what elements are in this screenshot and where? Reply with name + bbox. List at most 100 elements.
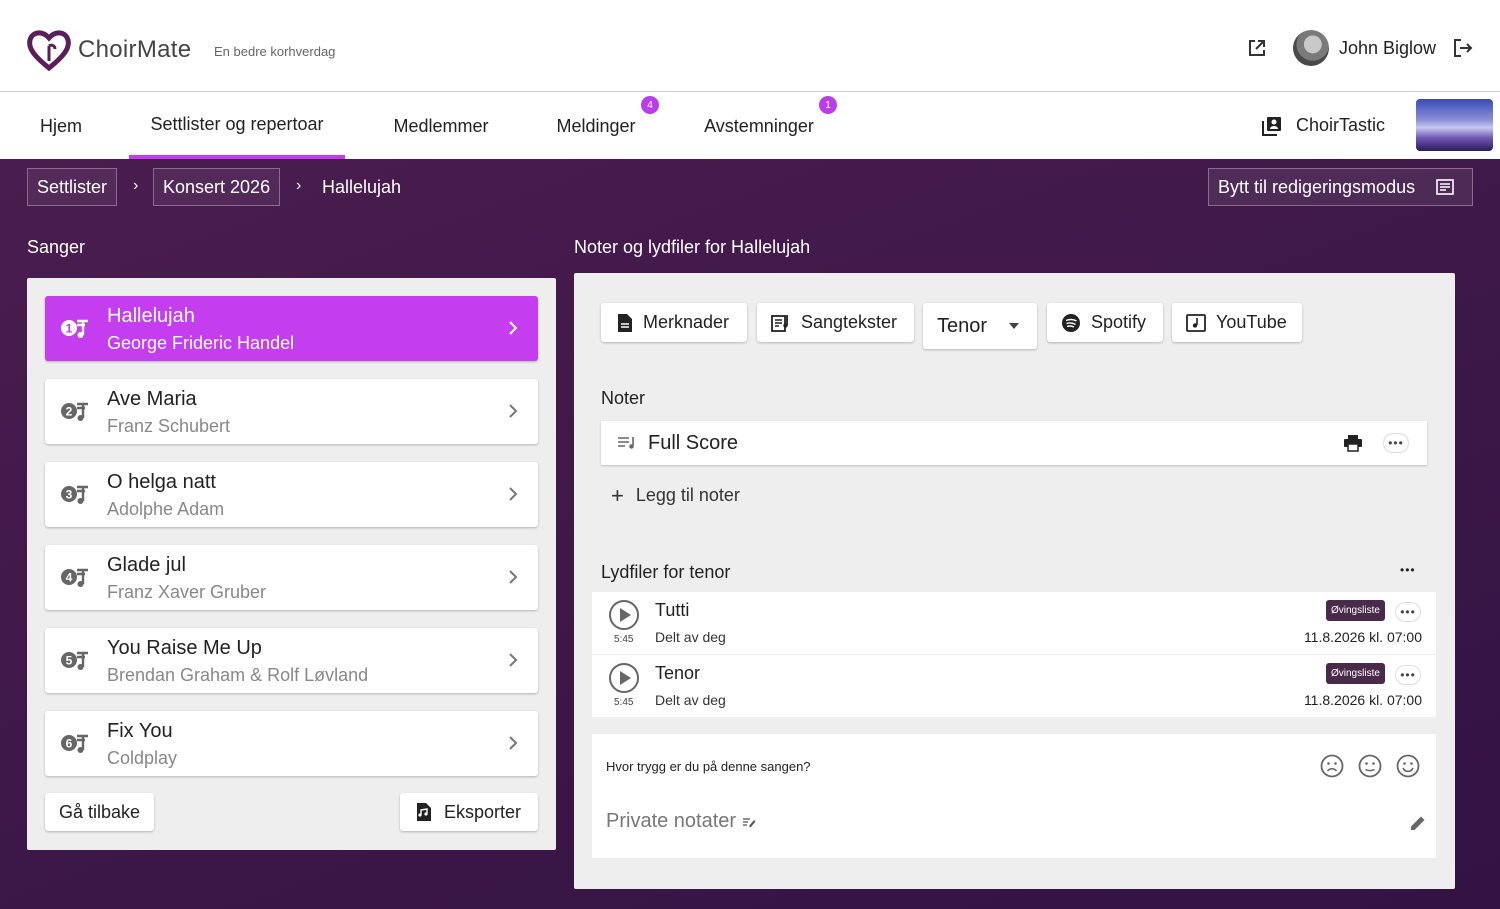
nav-item-label: Hjem bbox=[39, 115, 82, 136]
audio-duration: 5:45 bbox=[614, 697, 634, 708]
song-item-5[interactable]: 5 You Raise Me Up Brendan Graham & Rolf … bbox=[45, 628, 538, 693]
choir-name[interactable]: ChoirTastic bbox=[1296, 115, 1385, 136]
lyrics-button-label: Sangtekster bbox=[801, 312, 898, 332]
dropdown-arrow-icon bbox=[1009, 323, 1019, 329]
voice-select[interactable]: Tenor bbox=[923, 303, 1037, 349]
song-composer: Brendan Graham & Rolf Løvland bbox=[107, 665, 369, 685]
choir-switch-icon[interactable] bbox=[1262, 116, 1282, 136]
music-list-icon bbox=[618, 437, 634, 449]
app-tagline: En bedre korhverdag bbox=[214, 44, 336, 59]
user-avatar[interactable] bbox=[1292, 30, 1329, 66]
chevron-right-icon bbox=[509, 487, 518, 501]
song-composer: Adolphe Adam bbox=[107, 499, 225, 519]
song-item-3[interactable]: 3 O helga natt Adolphe Adam bbox=[45, 462, 538, 527]
chevron-right-icon bbox=[509, 653, 518, 667]
neutral-face-icon[interactable] bbox=[1358, 754, 1382, 778]
sad-face-icon[interactable] bbox=[1320, 754, 1344, 778]
svg-text:6: 6 bbox=[66, 737, 73, 751]
audio-duration: 5:45 bbox=[614, 634, 634, 645]
back-button[interactable]: Gå tilbake bbox=[45, 793, 154, 831]
song-composer: Franz Schubert bbox=[107, 416, 231, 436]
sheet-row[interactable]: Full Score ••• bbox=[601, 421, 1427, 465]
song-item-6[interactable]: 6 Fix You Coldplay bbox=[45, 711, 538, 776]
svg-text:3: 3 bbox=[66, 488, 73, 502]
spotify-button[interactable]: Spotify bbox=[1047, 303, 1163, 342]
add-sheet-button[interactable]: + Legg til noter bbox=[611, 482, 740, 508]
export-button[interactable]: Eksporter bbox=[400, 793, 538, 831]
youtube-button[interactable]: YouTube bbox=[1172, 303, 1302, 342]
song-title: Glade jul bbox=[107, 554, 186, 576]
song-title: O helga natt bbox=[107, 471, 216, 493]
pencil-icon[interactable] bbox=[1409, 814, 1427, 832]
svg-text:2: 2 bbox=[66, 405, 73, 419]
audio-more-button[interactable]: ••• bbox=[1395, 602, 1421, 622]
breadcrumb-concert[interactable]: Konsert 2026 bbox=[153, 168, 281, 206]
svg-text:4: 4 bbox=[66, 571, 73, 585]
practice-list-badge: Øvingsliste bbox=[1326, 600, 1385, 621]
text-edit-icon bbox=[743, 817, 756, 827]
song-number-icon: 4 bbox=[61, 568, 88, 587]
song-item-2[interactable]: 2 Ave Maria Franz Schubert bbox=[45, 379, 538, 444]
song-number-icon: 6 bbox=[61, 734, 88, 753]
song-composer: George Frideric Handel bbox=[107, 333, 295, 353]
main-content: Settlister › Konsert 2026 › Hallelujah B… bbox=[0, 159, 1500, 909]
play-icon[interactable] bbox=[608, 662, 640, 694]
logout-icon[interactable] bbox=[1452, 37, 1474, 59]
spotify-icon bbox=[1062, 313, 1080, 332]
export-button-label: Eksporter bbox=[444, 801, 522, 822]
nav-item-label: Medlemmer bbox=[393, 115, 489, 136]
print-icon[interactable] bbox=[1343, 434, 1363, 452]
open-external-icon[interactable] bbox=[1247, 38, 1267, 58]
practice-list-badge: Øvingsliste bbox=[1326, 663, 1385, 684]
nav-item-messages[interactable]: Meldinger bbox=[538, 93, 654, 159]
audio-title: Lydfiler for tenor bbox=[601, 562, 731, 582]
nav-item-polls[interactable]: Avstemninger bbox=[686, 93, 832, 159]
audio-row[interactable]: 5:45 Tenor Delt av deg Øvingsliste ••• 1… bbox=[592, 655, 1436, 717]
sheets-title: Noter bbox=[601, 388, 646, 408]
choir-image[interactable] bbox=[1416, 99, 1493, 151]
app-logo[interactable]: ChoirMate bbox=[26, 28, 191, 72]
nav-item-setlists[interactable]: Settlister og repertoar bbox=[129, 93, 345, 159]
audio-shared-by: Delt av deg bbox=[655, 629, 726, 645]
edit-mode-label: Bytt til redigeringsmodus bbox=[1218, 176, 1416, 197]
nav-item-members[interactable]: Medlemmer bbox=[375, 93, 507, 159]
app-name: ChoirMate bbox=[78, 36, 192, 63]
youtube-button-label: YouTube bbox=[1216, 312, 1287, 332]
audio-more-button[interactable]: ••• bbox=[1395, 665, 1421, 685]
chevron-right-icon bbox=[509, 321, 518, 335]
spotify-button-label: Spotify bbox=[1091, 312, 1147, 332]
back-button-label: Gå tilbake bbox=[59, 801, 141, 822]
nav-item-home[interactable]: Hjem bbox=[22, 93, 100, 159]
lyrics-button[interactable]: Sangtekster bbox=[757, 303, 914, 342]
happy-face-icon[interactable] bbox=[1396, 754, 1420, 778]
notes-button-label: Merknader bbox=[643, 312, 730, 332]
song-title: Hallelujah bbox=[107, 305, 195, 327]
song-item-1[interactable]: 1 Hallelujah George Frideric Handel bbox=[45, 296, 538, 361]
audio-more-icon[interactable]: ••• bbox=[1400, 563, 1416, 577]
breadcrumb-chevron-icon: › bbox=[133, 177, 139, 194]
user-name[interactable]: John Biglow bbox=[1339, 38, 1436, 59]
edit-mode-button[interactable]: Bytt til redigeringsmodus bbox=[1208, 168, 1473, 206]
plus-icon: + bbox=[611, 482, 624, 508]
breadcrumb-setlists[interactable]: Settlister bbox=[27, 168, 118, 206]
svg-text:5: 5 bbox=[66, 654, 73, 668]
sheet-name: Full Score bbox=[648, 432, 739, 454]
song-item-4[interactable]: 4 Glade jul Franz Xaver Gruber bbox=[45, 545, 538, 610]
polls-badge: 1 bbox=[819, 96, 837, 114]
details-panel: Merknader Sangtekster Tenor Spotify YouT… bbox=[574, 273, 1455, 889]
audio-date: 11.8.2026 kl. 07:00 bbox=[1303, 692, 1422, 708]
notes-button[interactable]: Merknader bbox=[601, 303, 747, 342]
audio-date: 11.8.2026 kl. 07:00 bbox=[1303, 629, 1422, 645]
song-title: You Raise Me Up bbox=[107, 637, 262, 659]
private-notes-field[interactable]: Private notater bbox=[606, 810, 756, 833]
document-icon bbox=[618, 313, 632, 332]
breadcrumb-chevron-icon: › bbox=[296, 177, 302, 194]
nav-item-label: Avstemninger bbox=[704, 115, 814, 136]
file-export-icon bbox=[417, 803, 431, 821]
play-icon[interactable] bbox=[608, 599, 640, 631]
songs-title: Sanger bbox=[27, 237, 86, 257]
audio-name: Tenor bbox=[655, 663, 701, 683]
sheet-more-button[interactable]: ••• bbox=[1383, 433, 1409, 453]
song-number-icon: 1 bbox=[61, 319, 88, 338]
audio-row[interactable]: 5:45 Tutti Delt av deg Øvingsliste ••• 1… bbox=[592, 592, 1436, 654]
